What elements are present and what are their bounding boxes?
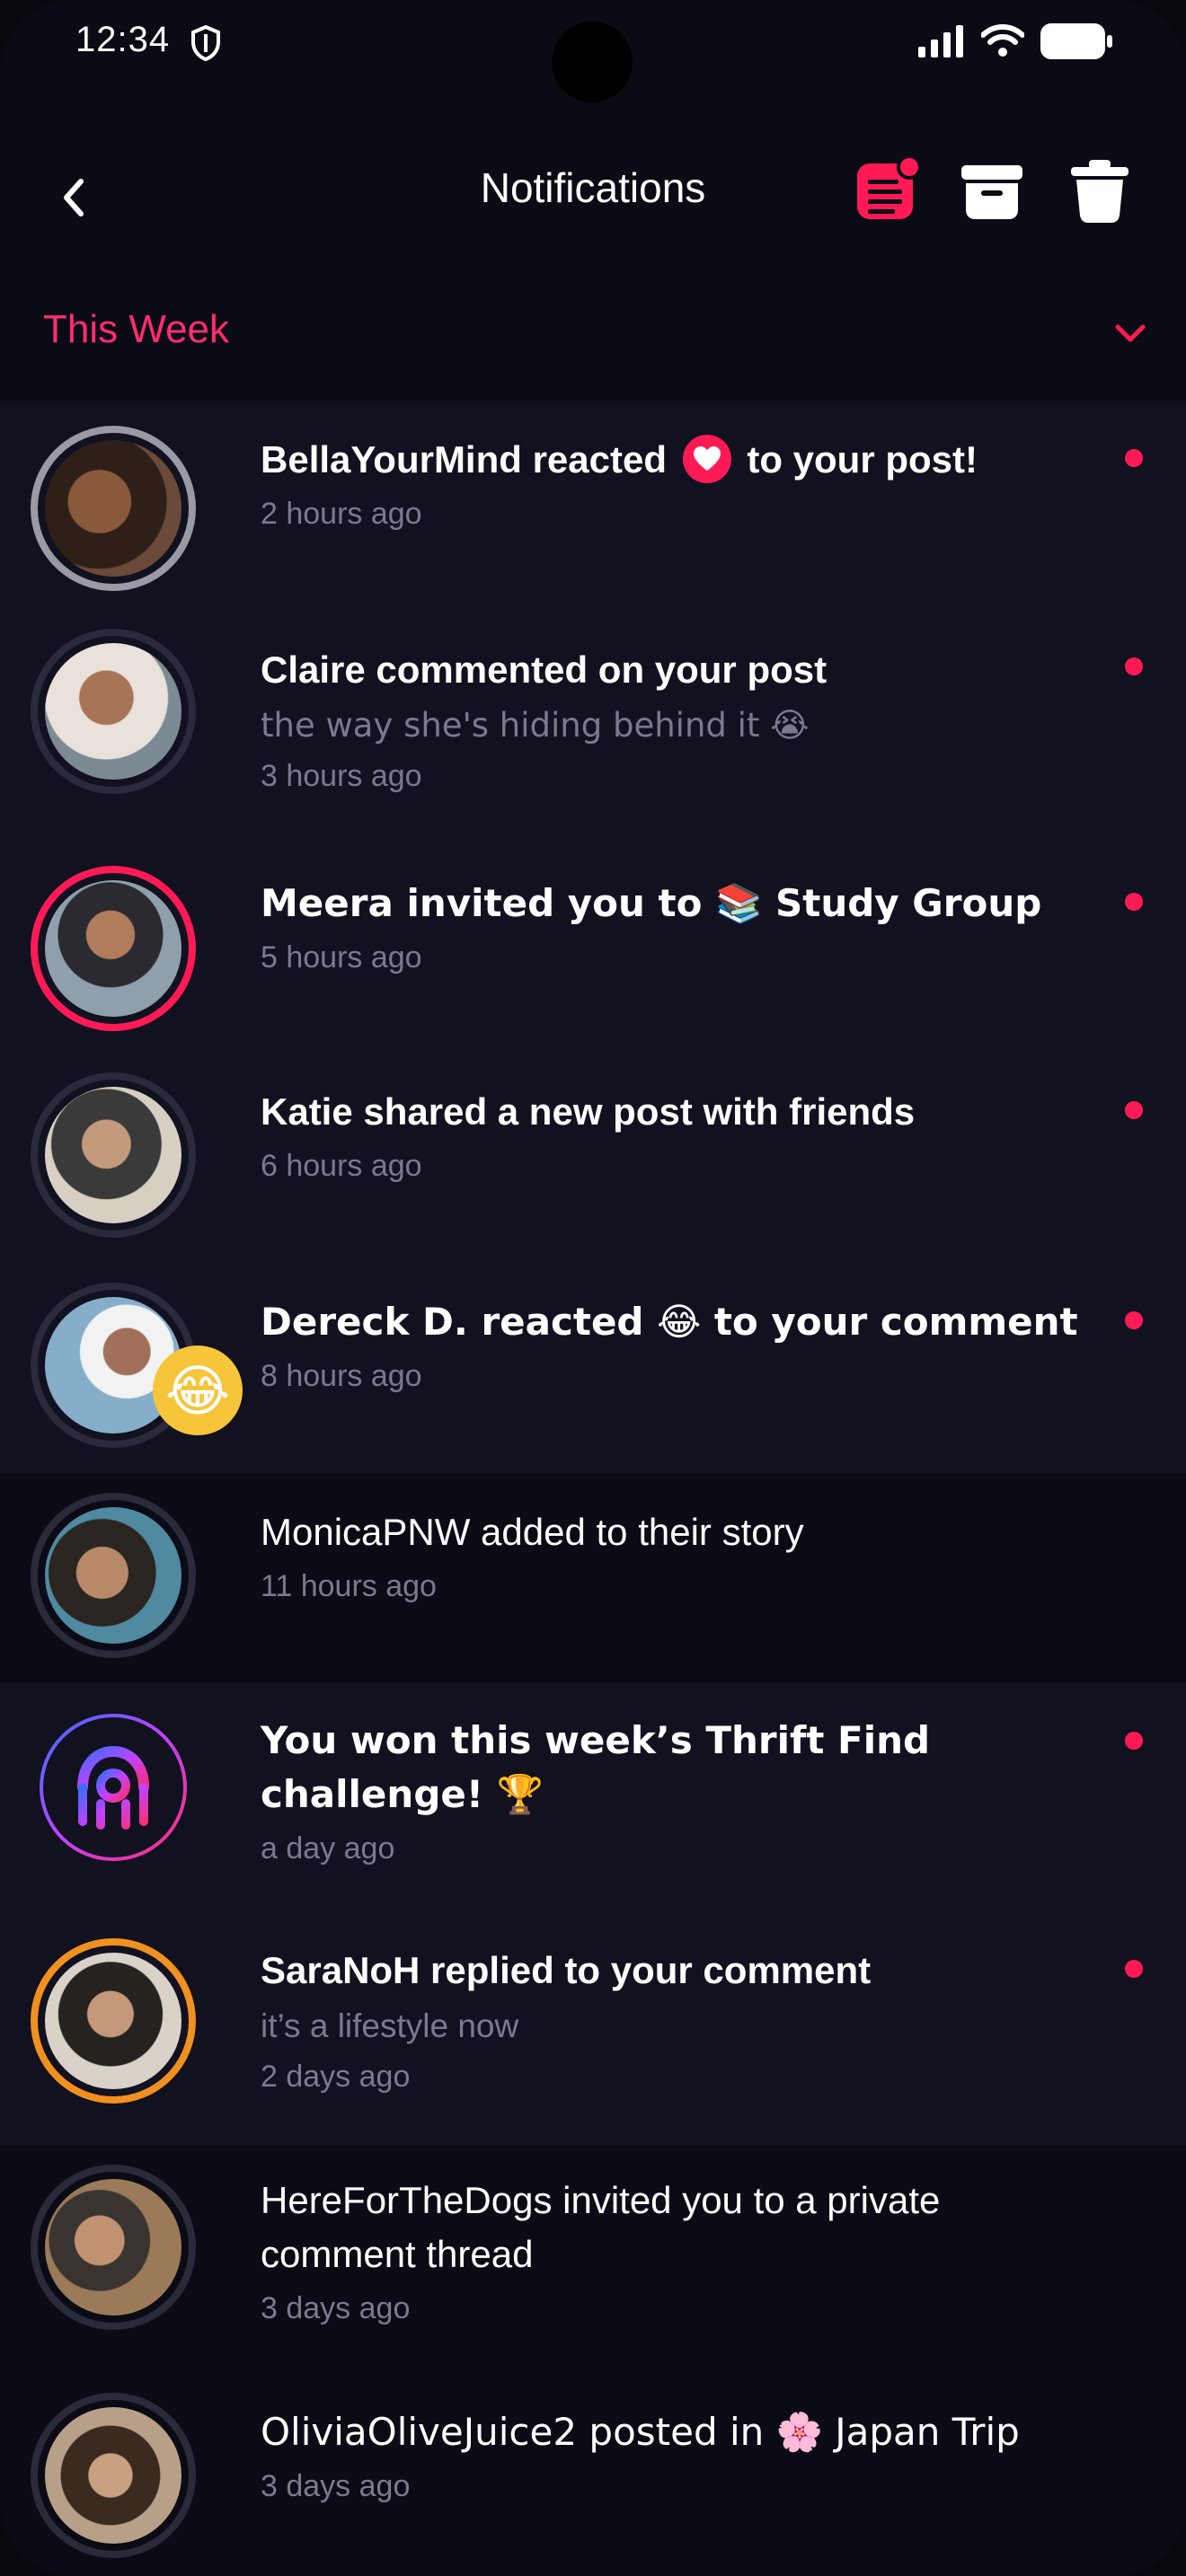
signal-icon	[918, 25, 963, 57]
phone-screen: 12:34 Notifications This Week BellaYourM…	[0, 0, 1186, 2576]
notification-time: 5 hours ago	[261, 940, 422, 975]
unread-dot	[1125, 657, 1143, 675]
notification-text: Dereck D. reacted 😂 to your comment	[261, 1300, 1078, 1344]
notification-row[interactable]: Claire commented on your post the way sh…	[0, 609, 1186, 844]
avatar	[31, 1938, 196, 2104]
section-header[interactable]: This Week	[0, 287, 1186, 395]
notification-row[interactable]: You won this week’s Thrift Find challeng…	[0, 1683, 1186, 1911]
trash-icon[interactable]	[1066, 156, 1134, 225]
notification-time: 3 days ago	[261, 2291, 411, 2325]
notification-time: a day ago	[261, 1831, 395, 1866]
archive-icon[interactable]	[958, 156, 1026, 225]
notification-row[interactable]: SaraNoH replied to your comment it’s a l…	[0, 1911, 1186, 2145]
avatar	[31, 2393, 196, 2558]
notification-row[interactable]: 😂 Dereck D. reacted 😂 to your comment 8 …	[0, 1263, 1186, 1473]
notification-text: Katie shared a new post with friends	[261, 1090, 916, 1133]
notification-text: Claire commented on your post	[261, 648, 828, 691]
notification-row[interactable]: OliviaOliveJuice2 posted in 🌸 Japan Trip…	[0, 2375, 1186, 2576]
notification-text: Meera invited you to 📚 Study Group	[261, 881, 1042, 925]
section-label: This Week	[43, 307, 230, 351]
notification-text: MonicaPNW added to their story	[261, 1511, 804, 1553]
notification-text: OliviaOliveJuice2 posted in 🌸 Japan Trip	[261, 2410, 1020, 2454]
unread-dot	[1125, 893, 1143, 911]
unread-dot	[1125, 1960, 1143, 1978]
unread-dot	[1125, 1311, 1143, 1329]
comment-preview: the way she's hiding behind it 😭	[261, 706, 810, 745]
challenge-logo-icon	[40, 1714, 187, 1861]
notification-text: SaraNoH replied to your comment	[261, 1949, 872, 1991]
notification-text: BellaYourMind reacted to your post!	[261, 433, 1087, 487]
avatar	[31, 866, 196, 1031]
notification-time: 11 hours ago	[261, 1569, 437, 1603]
notification-time: 8 hours ago	[261, 1359, 422, 1393]
mark-all-read-icon[interactable]	[854, 156, 922, 225]
avatar	[31, 2165, 196, 2330]
notification-time: 2 hours ago	[261, 497, 422, 531]
status-bar: 12:34	[0, 0, 1186, 102]
notification-row[interactable]: Meera invited you to 📚 Study Group 5 hou…	[0, 844, 1186, 1053]
unread-dot	[1125, 449, 1143, 467]
shield-icon	[191, 25, 220, 61]
notification-time: 3 days ago	[261, 2469, 411, 2503]
status-time: 12:34	[75, 20, 171, 59]
heart-reaction-icon	[682, 435, 731, 483]
avatar	[31, 426, 196, 591]
avatar	[31, 1493, 196, 1658]
laughing-emoji-badge: 😂	[153, 1345, 243, 1435]
unread-dot	[1125, 1101, 1143, 1119]
notification-text: HereForTheDogs invited you to a private …	[261, 2179, 941, 2275]
camera-cutout	[552, 22, 633, 102]
avatar	[31, 1072, 196, 1238]
avatar	[31, 629, 196, 794]
status-indicators	[918, 23, 1112, 59]
unread-dot	[1125, 1732, 1143, 1750]
chevron-down-icon[interactable]	[1111, 314, 1150, 354]
notification-row[interactable]: BellaYourMind reacted to your post! 2 ho…	[0, 401, 1186, 609]
notification-row[interactable]: Katie shared a new post with friends 6 h…	[0, 1053, 1186, 1263]
notification-text: You won this week’s Thrift Find challeng…	[261, 1718, 931, 1816]
notification-time: 2 days ago	[261, 2060, 411, 2094]
battery-icon	[1040, 23, 1112, 59]
notification-time: 3 hours ago	[261, 759, 422, 793]
app-header: Notifications	[0, 135, 1186, 251]
wifi-icon	[981, 24, 1024, 57]
notification-row[interactable]: HereForTheDogs invited you to a private …	[0, 2145, 1186, 2375]
notification-row[interactable]: MonicaPNW added to their story 11 hours …	[0, 1473, 1186, 1683]
comment-preview: it’s a lifestyle now	[261, 2007, 519, 2044]
notification-time: 6 hours ago	[261, 1149, 422, 1183]
